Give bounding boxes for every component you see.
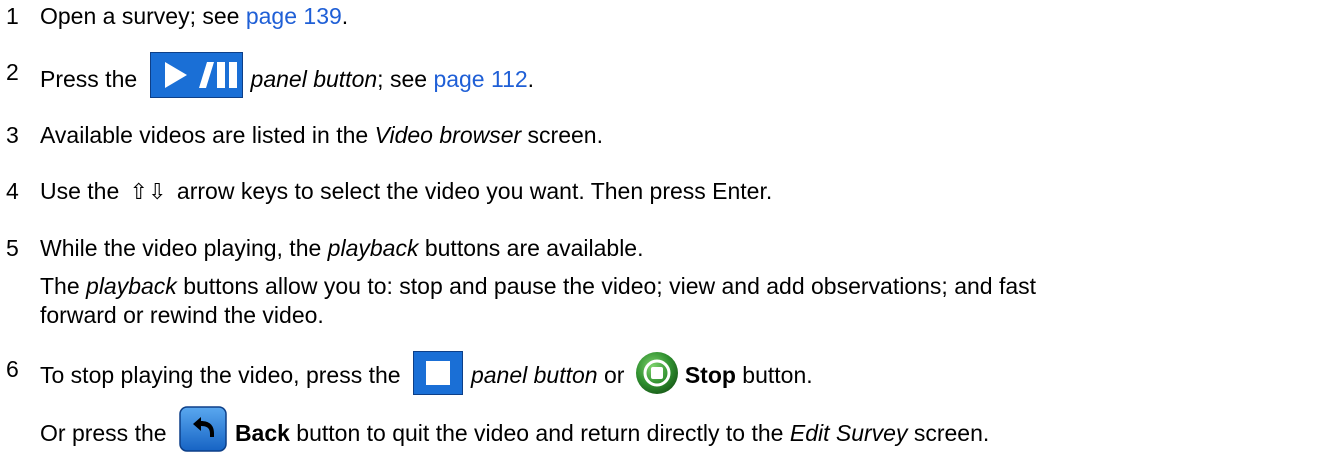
step-2-text-mid: ; see [377,66,434,93]
step-5-italic: playback [327,235,419,261]
page-link[interactable]: page 139 [246,3,342,29]
step-number: 1 [6,3,19,29]
step-6-para-post: button to quit the video and return dire… [289,420,790,447]
step-5-para-post: buttons allow you to: stop and pause the… [176,273,1037,299]
step-6-text-post: button. [735,362,813,389]
step-number: 4 [6,178,19,204]
step-5-paragraph: The playback buttons allow you to: stop … [40,272,1036,300]
step-5-text-post: buttons are available. [418,235,644,261]
step-1-text-pre: Open a survey; see [40,3,246,29]
step-6-text-pre: To stop playing the video, press the [40,362,407,389]
step-number: 2 [6,59,19,85]
stop-round-icon [635,351,679,395]
step-2-text-post: . [527,66,535,93]
step-3-italic: Video browser [374,122,522,148]
step-6-paragraph-text: Or press the Back button to quit the vid… [40,406,990,458]
step-text: Available videos are listed in the Video… [40,121,603,149]
step-5-text-pre: While the video playing, the [40,235,328,261]
stop-panel-icon [412,351,463,395]
step-3-text-post: screen. [521,122,603,148]
step-4-text-post: arrow keys to select the video you want.… [170,178,773,204]
step-number: 6 [6,356,19,382]
step-3-text-pre: Available videos are listed in the [40,122,375,148]
step-5-para-pre: The [40,273,87,299]
up-down-arrows-icon: ⇧⇩ [129,180,167,205]
step-text: To stop playing the video, press the pan… [40,351,813,399]
step-6-para-italic: Edit Survey [789,420,908,447]
page-link[interactable]: page 112 [433,66,527,92]
step-number: 5 [6,235,19,261]
step-2-text-pre: Press the [40,66,144,93]
play-pause-panel-icon [149,52,243,98]
step-text: While the video playing, the playback bu… [40,234,644,262]
step-4-text-pre: Use the [40,178,126,204]
step-6-italic: panel button [470,362,598,389]
step-5-para-italic: playback [86,273,177,299]
step-number: 3 [6,122,19,148]
step-text: Open a survey; see page 139. [40,2,348,30]
step-1-text-post: . [341,3,349,29]
step-text: Press the panel button; see page 112. [40,52,535,104]
step-text: Use the ⇧⇩ arrow keys to select the vide… [40,177,772,207]
step-2-italic: panel button [250,66,378,93]
back-icon [179,406,227,452]
step-6-para-pre: Or press the [40,420,173,447]
step-6-text-mid: or [597,362,631,389]
step-6-bold: Stop [684,362,736,389]
step-5-para-line2: forward or rewind the video. [40,302,324,328]
step-6-para-bold: Back [234,420,290,447]
step-6-para-end: screen. [907,420,990,447]
